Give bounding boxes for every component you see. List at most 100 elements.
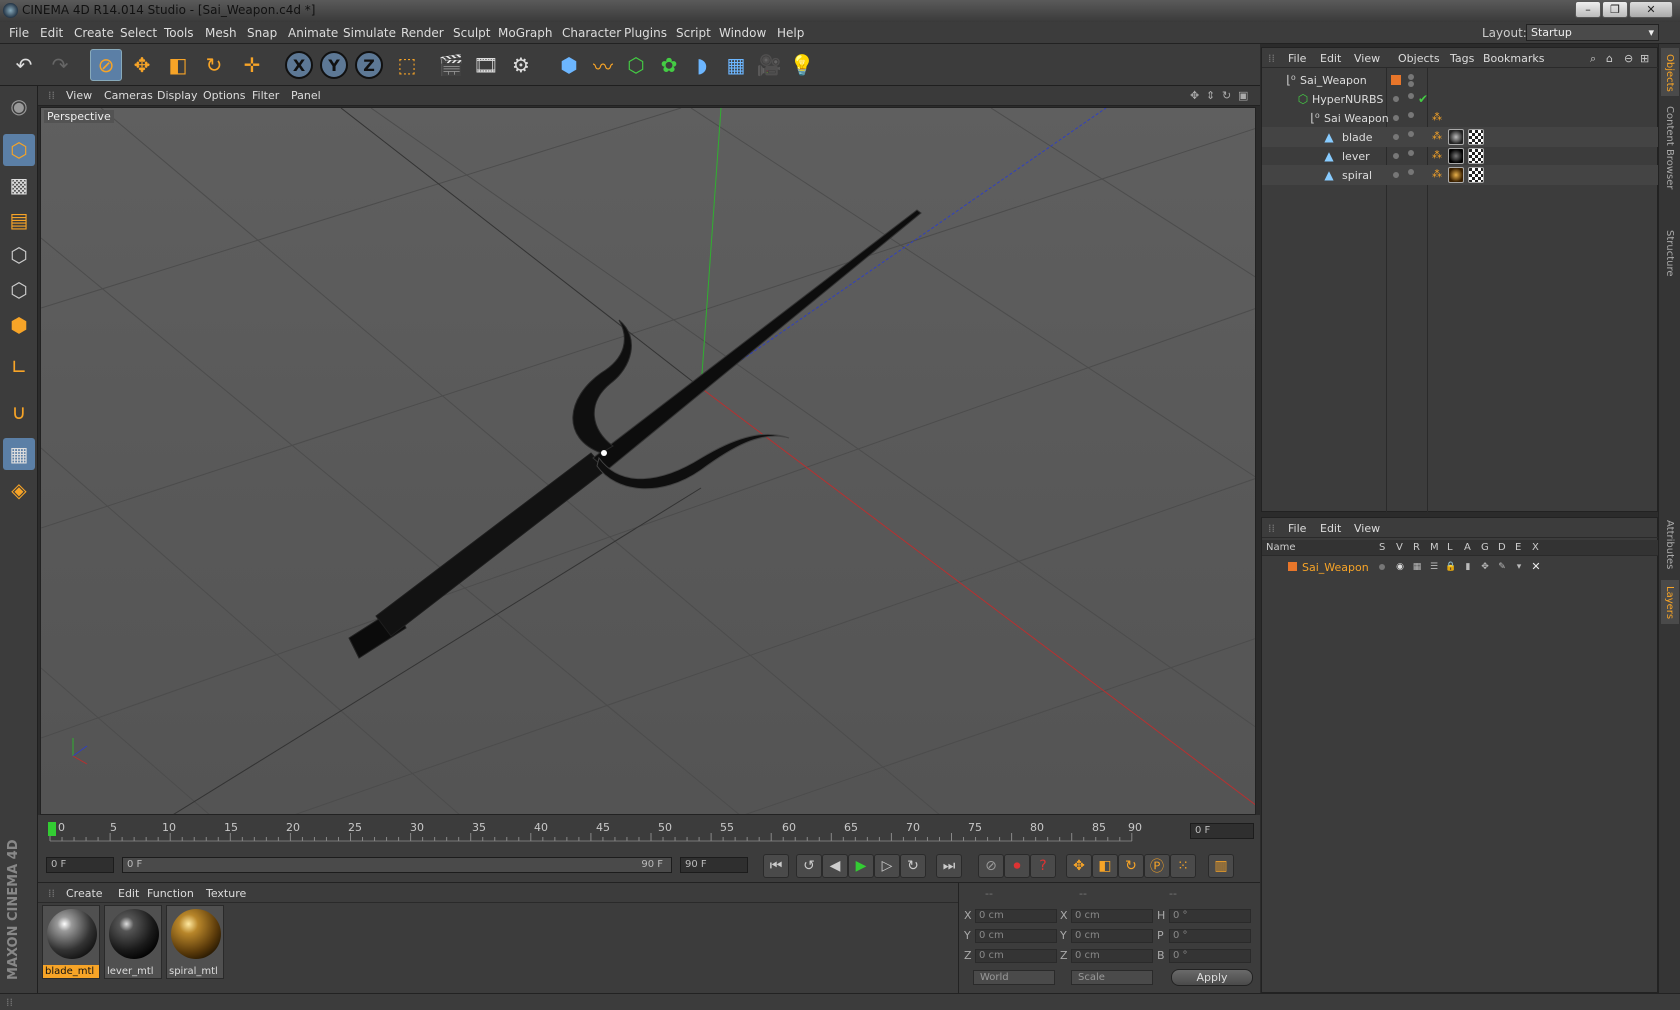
material-menu-edit[interactable]: Edit xyxy=(118,887,139,900)
viewport-menu-display[interactable]: Display xyxy=(157,89,198,102)
layer-menu-view[interactable]: View xyxy=(1354,522,1380,535)
floor-environment-icon[interactable]: ▦ xyxy=(720,49,752,81)
close-button[interactable]: ✕ xyxy=(1629,1,1673,18)
cube-primitive-icon[interactable]: ⬢ xyxy=(553,49,585,81)
visibility-dot[interactable] xyxy=(1408,93,1414,99)
material-swatch[interactable]: lever_mtl xyxy=(104,905,162,979)
view-toggle-icon[interactable]: ◉ xyxy=(1393,560,1407,574)
live-selection-icon[interactable]: ⊘ xyxy=(90,49,122,81)
go-to-start-icon[interactable]: ⏮ xyxy=(763,854,789,878)
x-axis-lock-button[interactable]: X xyxy=(285,51,313,79)
material-menu-texture[interactable]: Texture xyxy=(206,887,246,900)
object-row[interactable]: ▲ blade ⁂ xyxy=(1262,127,1659,147)
phong-tag-icon[interactable]: ⁂ xyxy=(1430,111,1444,125)
menu-render[interactable]: Render xyxy=(401,26,444,40)
uvw-tag-icon[interactable] xyxy=(1468,148,1484,164)
key-position-icon[interactable]: ✥ xyxy=(1066,854,1092,878)
phong-tag-icon[interactable]: ⁂ xyxy=(1430,168,1444,182)
new-panel-icon[interactable]: ⊞ xyxy=(1640,52,1649,65)
subdivision-surface-icon[interactable]: ⬡ xyxy=(620,49,652,81)
redo-icon[interactable]: ↷ xyxy=(44,49,76,81)
key-rotation-icon[interactable]: ↻ xyxy=(1118,854,1144,878)
undo-icon[interactable]: ↶ xyxy=(8,49,40,81)
column-header[interactable]: R xyxy=(1413,542,1420,553)
tab-attributes[interactable]: Attributes xyxy=(1661,514,1679,576)
layer-row[interactable]: Sai_Weapon ◉ ▦ ☰ 🔒 ▮ ✥ ✎ ▾ ✕ xyxy=(1262,557,1659,577)
menu-edit[interactable]: Edit xyxy=(40,26,63,40)
uvw-tag-icon[interactable] xyxy=(1468,129,1484,145)
previous-frame-icon[interactable]: ◀ xyxy=(822,854,848,878)
column-header[interactable]: X xyxy=(1532,542,1539,553)
material-tag-icon[interactable] xyxy=(1448,129,1464,145)
size-x-field[interactable]: 0 cm xyxy=(1071,909,1153,923)
points-mode-icon[interactable]: ⬡ xyxy=(3,239,35,271)
viewport-zoom-icon[interactable]: ⇕ xyxy=(1206,89,1215,102)
menu-simulate[interactable]: Simulate xyxy=(343,26,396,40)
z-axis-lock-button[interactable]: Z xyxy=(355,51,383,79)
visibility-dot[interactable] xyxy=(1393,172,1399,178)
enabled-check-icon[interactable]: ✔ xyxy=(1416,92,1430,106)
tab-structure[interactable]: Structure xyxy=(1661,224,1679,286)
record-keys-icon[interactable]: ⊘ xyxy=(978,854,1004,878)
recent-tool-icon[interactable]: ✛ xyxy=(236,49,268,81)
object-menu-file[interactable]: File xyxy=(1288,52,1306,65)
play-icon[interactable]: ▶ xyxy=(848,854,874,878)
tab-content-browser[interactable]: Content Browser xyxy=(1661,100,1679,220)
column-header[interactable]: M xyxy=(1430,542,1439,553)
spline-pen-icon[interactable]: 〰 xyxy=(587,49,619,81)
uvw-tag-icon[interactable] xyxy=(1468,167,1484,183)
y-axis-lock-button[interactable]: Y xyxy=(320,51,348,79)
column-header[interactable]: L xyxy=(1447,542,1453,553)
viewport-menu-options[interactable]: Options xyxy=(203,89,245,102)
layer-menu-file[interactable]: File xyxy=(1288,522,1306,535)
menu-tools[interactable]: Tools xyxy=(164,26,194,40)
layer-menu-edit[interactable]: Edit xyxy=(1320,522,1341,535)
minimize-button[interactable]: – xyxy=(1575,1,1601,18)
menu-character[interactable]: Character xyxy=(562,26,621,40)
generator-toggle-icon[interactable]: ✥ xyxy=(1478,560,1492,574)
menu-mesh[interactable]: Mesh xyxy=(205,26,237,40)
manager-toggle-icon[interactable]: ☰ xyxy=(1427,560,1441,574)
rotation-p-field[interactable]: 0 ° xyxy=(1169,929,1251,943)
xref-toggle-icon[interactable]: ✕ xyxy=(1529,560,1543,574)
phong-tag-icon[interactable]: ⁂ xyxy=(1430,149,1444,163)
restore-button[interactable]: ❐ xyxy=(1602,1,1628,18)
solo-toggle[interactable] xyxy=(1379,564,1385,570)
menu-select[interactable]: Select xyxy=(120,26,157,40)
menu-file[interactable]: File xyxy=(9,26,29,40)
phong-tag-icon[interactable]: ⁂ xyxy=(1430,130,1444,144)
column-header[interactable]: E xyxy=(1515,542,1521,553)
rotation-b-field[interactable]: 0 ° xyxy=(1169,949,1251,963)
key-pla-icon[interactable]: ⁙ xyxy=(1170,854,1196,878)
viewport-menu-panel[interactable]: Panel xyxy=(291,89,321,102)
menu-create[interactable]: Create xyxy=(74,26,114,40)
layout-select[interactable]: Startup xyxy=(1526,24,1659,41)
visibility-dot[interactable] xyxy=(1408,150,1414,156)
column-header[interactable]: V xyxy=(1396,542,1403,553)
position-y-field[interactable]: 0 cm xyxy=(975,929,1057,943)
edges-mode-icon[interactable]: ⬡ xyxy=(3,274,35,306)
menu-sculpt[interactable]: Sculpt xyxy=(453,26,490,40)
column-header[interactable]: A xyxy=(1464,542,1471,553)
tab-objects[interactable]: Objects xyxy=(1661,48,1679,96)
viewport-move-icon[interactable]: ✥ xyxy=(1190,89,1199,102)
texture-mode-icon[interactable]: ▩ xyxy=(3,169,35,201)
size-y-field[interactable]: 0 cm xyxy=(1071,929,1153,943)
object-menu-edit[interactable]: Edit xyxy=(1320,52,1341,65)
home-icon[interactable]: ⌂ xyxy=(1606,52,1613,65)
position-x-field[interactable]: 0 cm xyxy=(975,909,1057,923)
previous-key-icon[interactable]: ↺ xyxy=(796,854,822,878)
object-menu-bookmarks[interactable]: Bookmarks xyxy=(1483,52,1544,65)
visibility-dot[interactable] xyxy=(1393,153,1399,159)
deformer-toggle-icon[interactable]: ✎ xyxy=(1495,560,1509,574)
timeline-layout-icon[interactable]: ▥ xyxy=(1208,854,1234,878)
material-menu-create[interactable]: Create xyxy=(66,887,103,900)
visibility-dot[interactable] xyxy=(1393,134,1399,140)
snap-magnet-icon[interactable]: ∪ xyxy=(3,396,35,428)
sai-weapon-model[interactable] xyxy=(348,209,922,659)
viewport-menu-view[interactable]: View xyxy=(66,89,92,102)
column-header[interactable]: S xyxy=(1379,542,1385,553)
menu-script[interactable]: Script xyxy=(676,26,711,40)
rotate-icon[interactable]: ↻ xyxy=(198,49,230,81)
animation-toggle-icon[interactable]: ▮ xyxy=(1461,560,1475,574)
